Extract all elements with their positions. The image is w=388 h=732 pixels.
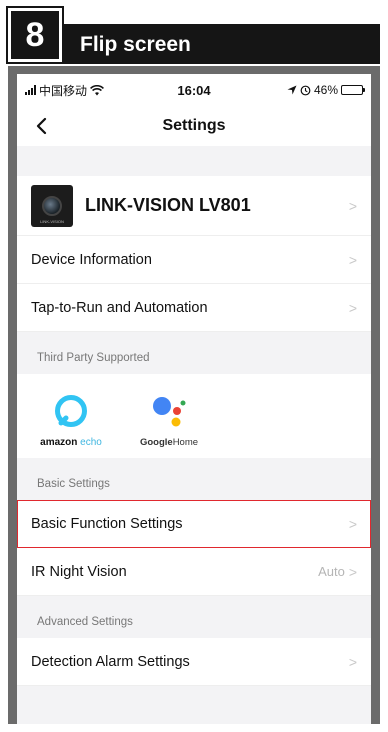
google-home-label: GoogleHome [139, 437, 199, 448]
device-name: LINK-VISION LV801 [85, 195, 251, 215]
detection-alarm-settings-row[interactable]: Detection Alarm Settings > [17, 638, 371, 686]
row-label: Detection Alarm Settings [31, 653, 190, 670]
advanced-settings-section-label: Advanced Settings [37, 616, 133, 628]
amazon-echo-label: amazon echo [40, 437, 102, 448]
step-header-bar [8, 24, 380, 64]
device-row[interactable]: LINK-VISION LINK-VISION LV801 > [17, 176, 371, 236]
status-left: 中国移动 [25, 82, 104, 99]
tap-to-run-row[interactable]: Tap-to-Run and Automation > [17, 284, 371, 332]
step-header: 8 Flip screen [6, 6, 380, 64]
device-information-row[interactable]: Device Information > [17, 236, 371, 284]
google-assistant-logo-icon [149, 391, 189, 431]
device-thumbnail-label: LINK-VISION [40, 218, 64, 224]
device-thumbnail: LINK-VISION [31, 184, 73, 227]
battery-percent: 46% [313, 83, 338, 97]
chevron-right-icon: > [348, 563, 357, 580]
alarm-icon [300, 85, 311, 95]
amazon-echo-integration[interactable]: amazon echo [31, 384, 111, 448]
status-right: 46% [287, 83, 365, 97]
chevron-right-icon: > [348, 515, 357, 532]
third-party-integrations: amazon echo GoogleHome [17, 374, 371, 458]
page-title: Settings [162, 117, 226, 134]
step-title: Flip screen [80, 33, 191, 56]
phone-screen: 中国移动 16:04 46% Settings LINK-VISION LINK… [17, 74, 371, 724]
row-label: Device Information [31, 251, 152, 268]
back-button[interactable] [29, 112, 53, 140]
row-label: Basic Function Settings [31, 515, 183, 532]
camera-lens-icon [42, 195, 62, 216]
basic-function-settings-row[interactable]: Basic Function Settings > [17, 500, 371, 548]
location-icon [287, 85, 297, 95]
status-bar: 中国移动 16:04 46% [17, 74, 371, 106]
chevron-right-icon: > [348, 653, 357, 670]
chevron-right-icon: > [348, 251, 357, 268]
basic-settings-section-label: Basic Settings [37, 478, 110, 490]
row-label: IR Night Vision [31, 563, 127, 580]
wifi-icon [90, 84, 104, 95]
ir-night-vision-row[interactable]: IR Night Vision Auto > [17, 548, 371, 596]
nav-bar: Settings [17, 106, 371, 146]
third-party-section-label: Third Party Supported [37, 352, 150, 364]
carrier-label: 中国移动 [39, 83, 88, 98]
chevron-left-icon [36, 117, 46, 135]
battery-icon [341, 85, 365, 95]
phone-frame: 中国移动 16:04 46% Settings LINK-VISION LINK… [8, 66, 380, 724]
chevron-right-icon: > [348, 299, 357, 316]
signal-icon [25, 85, 36, 95]
step-number: 8 [6, 6, 64, 64]
google-home-integration[interactable]: GoogleHome [129, 384, 209, 448]
row-label: Tap-to-Run and Automation [31, 299, 208, 316]
ir-night-vision-value: Auto [318, 564, 345, 579]
chevron-right-icon: > [348, 197, 357, 214]
alexa-logo-icon [54, 391, 88, 431]
